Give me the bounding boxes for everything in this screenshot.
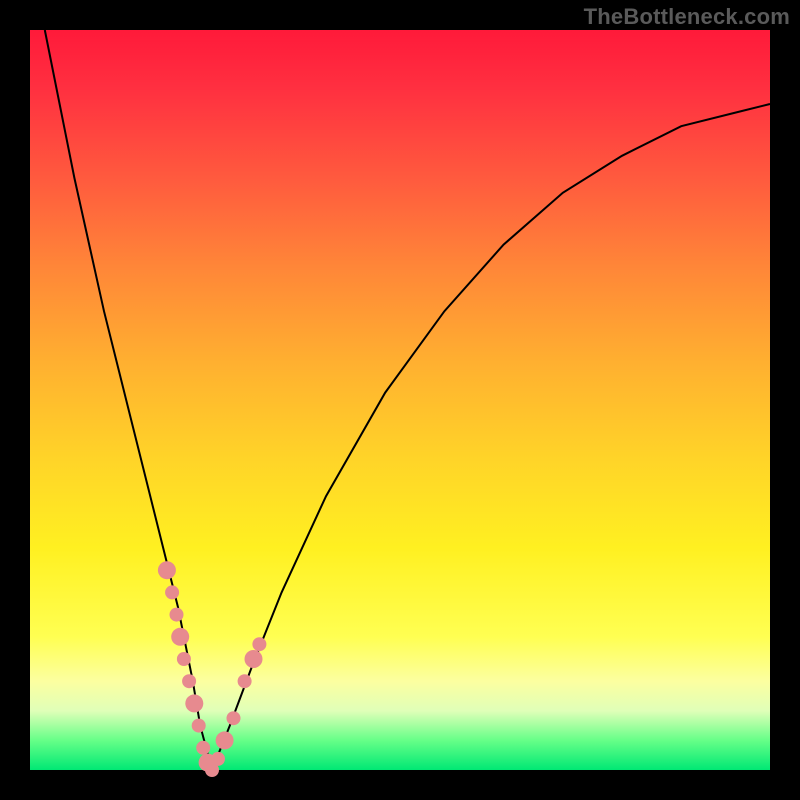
curve-marker [211,752,225,766]
curve-marker [192,719,206,733]
chart-plot-area [30,30,770,770]
curve-marker [177,652,191,666]
curve-marker [182,674,196,688]
bottleneck-curve-line [45,30,770,770]
curve-marker [227,711,241,725]
curve-marker [196,741,210,755]
curve-marker [171,628,189,646]
curve-marker [185,694,203,712]
curve-marker [245,650,263,668]
curve-marker [158,561,176,579]
watermark-text: TheBottleneck.com [584,4,790,30]
curve-marker [170,608,184,622]
bottleneck-chart [30,30,770,770]
curve-marker [252,637,266,651]
curve-marker [216,731,234,749]
curve-marker [165,585,179,599]
curve-marker [238,674,252,688]
